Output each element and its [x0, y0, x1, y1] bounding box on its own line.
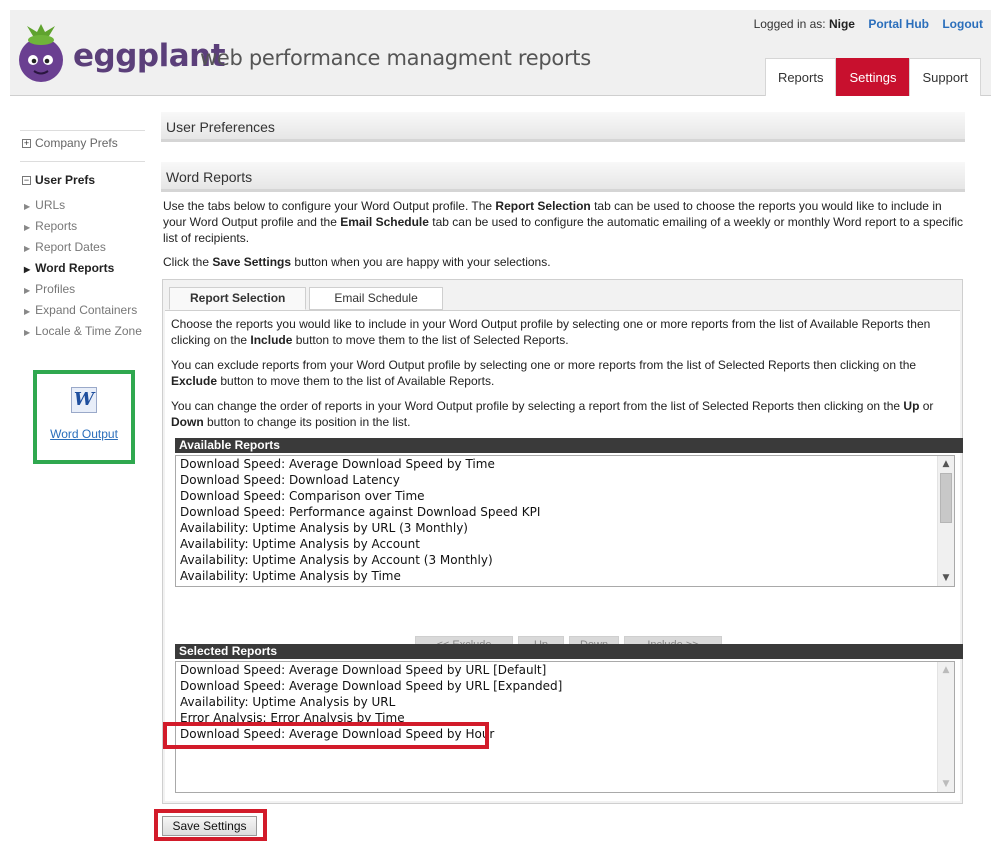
- save-hint-bold: Save Settings: [212, 255, 292, 269]
- instructions-bold: Include: [250, 333, 293, 347]
- tab-report-selection[interactable]: Report Selection: [169, 287, 307, 310]
- available-reports-header: Available Reports: [175, 438, 963, 453]
- list-item[interactable]: Availability: Uptime Analysis by Time: [176, 568, 954, 584]
- sidebar-group-user-prefs[interactable]: − User Prefs: [20, 168, 148, 192]
- instructions-part: button to move them to the list of Selec…: [292, 333, 569, 347]
- new-report-highlight: [163, 722, 489, 749]
- sidebar-item-label: Locale & Time Zone: [35, 324, 142, 338]
- save-hint-part: Click the: [163, 255, 213, 269]
- scroll-down-icon[interactable]: ▼: [938, 776, 954, 792]
- user-preferences-heading: User Preferences: [161, 112, 965, 142]
- list-item[interactable]: Download Speed: Comparison over Time: [176, 488, 954, 504]
- instructions-bold: Exclude: [171, 374, 218, 388]
- panel-tabs: Report Selection Email Schedule: [169, 287, 443, 310]
- sidebar-divider: [20, 161, 145, 162]
- sidebar-item-label: Word Reports: [35, 261, 115, 275]
- sidebar-item-label: URLs: [35, 198, 66, 212]
- eggplant-logo-icon: [19, 24, 63, 82]
- login-bar: Logged in as: Nige Portal Hub Logout: [754, 17, 983, 31]
- instructions-part: You can change the order of reports in y…: [171, 399, 904, 413]
- main-content: User Preferences Word Reports Use the ta…: [161, 112, 965, 270]
- available-scrollbar[interactable]: ▲ ▼: [937, 456, 954, 586]
- arrow-right-icon: ▶: [24, 244, 31, 253]
- tab-support[interactable]: Support: [909, 58, 981, 96]
- scrollbar-thumb[interactable]: [940, 473, 952, 523]
- list-item[interactable]: Download Speed: Average Download Speed b…: [176, 456, 954, 472]
- word-reports-heading: Word Reports: [161, 162, 965, 192]
- save-hint-part: button when you are happy with your sele…: [291, 255, 551, 269]
- company-prefs-label: Company Prefs: [35, 136, 118, 150]
- main-nav-tabs: Reports Settings Support: [764, 58, 981, 96]
- available-reports-list[interactable]: Download Speed: Average Download Speed b…: [175, 455, 955, 587]
- collapse-minus-icon: −: [22, 175, 31, 185]
- list-item[interactable]: Download Speed: Average Download Speed b…: [176, 662, 954, 678]
- instructions-part: button to change its position in the lis…: [203, 415, 411, 429]
- list-item[interactable]: Availability: Uptime Analysis by URL (3 …: [176, 520, 954, 536]
- expand-plus-icon: +: [22, 138, 31, 148]
- sidebar-item-reports[interactable]: ▶ Reports: [20, 217, 148, 238]
- instructions-bold: Down: [171, 415, 204, 429]
- intro-text-part: Use the tabs below to configure your Wor…: [163, 199, 496, 213]
- sidebar-item-word-reports[interactable]: ▶ Word Reports: [20, 259, 148, 280]
- instructions-part: or: [919, 399, 934, 413]
- sidebar-item-label: Report Dates: [35, 240, 106, 254]
- portal-hub-link[interactable]: Portal Hub: [868, 17, 929, 31]
- save-settings-button[interactable]: Save Settings: [162, 816, 257, 836]
- selected-reports-header: Selected Reports: [175, 644, 963, 659]
- word-document-icon[interactable]: W: [71, 387, 97, 413]
- user-prefs-label: User Prefs: [35, 173, 96, 187]
- tab-settings[interactable]: Settings: [836, 58, 910, 96]
- sidebar-item-label: Expand Containers: [35, 303, 138, 317]
- list-item[interactable]: Download Speed: Performance against Down…: [176, 504, 954, 520]
- arrow-right-icon: ▶: [24, 265, 31, 274]
- list-item[interactable]: Download Speed: Average Download Speed b…: [176, 678, 954, 694]
- list-item[interactable]: Download Speed: Download Latency: [176, 472, 954, 488]
- instructions-part: You can exclude reports from your Word O…: [171, 358, 917, 372]
- scroll-up-icon[interactable]: ▲: [938, 456, 954, 472]
- instructions-part: button to move them to the list of Avail…: [217, 374, 495, 388]
- sidebar: + Company Prefs − User Prefs ▶ URLs ▶ Report…: [20, 130, 148, 343]
- tab-email-schedule[interactable]: Email Schedule: [309, 287, 443, 310]
- intro-text: Use the tabs below to configure your Wor…: [161, 198, 965, 246]
- arrow-right-icon: ▶: [24, 328, 31, 337]
- arrow-right-icon: ▶: [24, 223, 31, 232]
- instructions-include: Choose the reports you would like to inc…: [165, 316, 960, 348]
- arrow-right-icon: ▶: [24, 307, 31, 316]
- scroll-down-icon[interactable]: ▼: [938, 570, 954, 586]
- brand-tagline: web performance managment reports: [200, 46, 591, 70]
- intro-text-bold: Report Selection: [495, 199, 591, 213]
- page-header: eggplant web performance managment repor…: [10, 10, 991, 96]
- sidebar-item-expand-containers[interactable]: ▶ Expand Containers: [20, 301, 148, 322]
- logged-in-label: Logged in as:: [753, 17, 826, 31]
- username: Nige: [828, 17, 855, 31]
- sidebar-item-locale-time-zone[interactable]: ▶ Locale & Time Zone: [20, 322, 148, 343]
- word-output-highlight: W Word Output: [33, 370, 135, 464]
- intro-text-bold: Email Schedule: [340, 215, 429, 229]
- selected-scrollbar[interactable]: ▲ ▼: [937, 662, 954, 792]
- instructions-bold: Up: [903, 399, 920, 413]
- list-item[interactable]: Availability: Uptime Analysis by URL: [176, 694, 954, 710]
- arrow-right-icon: ▶: [24, 286, 31, 295]
- instructions-order: You can change the order of reports in y…: [165, 398, 960, 430]
- logout-link[interactable]: Logout: [942, 17, 983, 31]
- sidebar-item-report-dates[interactable]: ▶ Report Dates: [20, 238, 148, 259]
- sidebar-item-profiles[interactable]: ▶ Profiles: [20, 280, 148, 301]
- instructions-exclude: You can exclude reports from your Word O…: [165, 357, 960, 389]
- scroll-up-icon[interactable]: ▲: [938, 662, 954, 678]
- list-item[interactable]: Availability: Uptime Analysis by Account…: [176, 552, 954, 568]
- save-hint-text: Click the Save Settings button when you …: [161, 254, 965, 270]
- sidebar-item-urls[interactable]: ▶ URLs: [20, 196, 148, 217]
- sidebar-item-label: Reports: [35, 219, 78, 233]
- word-output-link[interactable]: Word Output: [37, 427, 131, 441]
- sidebar-group-company-prefs[interactable]: + Company Prefs: [20, 131, 148, 155]
- tab-reports[interactable]: Reports: [764, 58, 837, 96]
- sidebar-item-label: Profiles: [35, 282, 76, 296]
- list-item[interactable]: Availability: Uptime Analysis by Account: [176, 536, 954, 552]
- arrow-right-icon: ▶: [24, 202, 31, 211]
